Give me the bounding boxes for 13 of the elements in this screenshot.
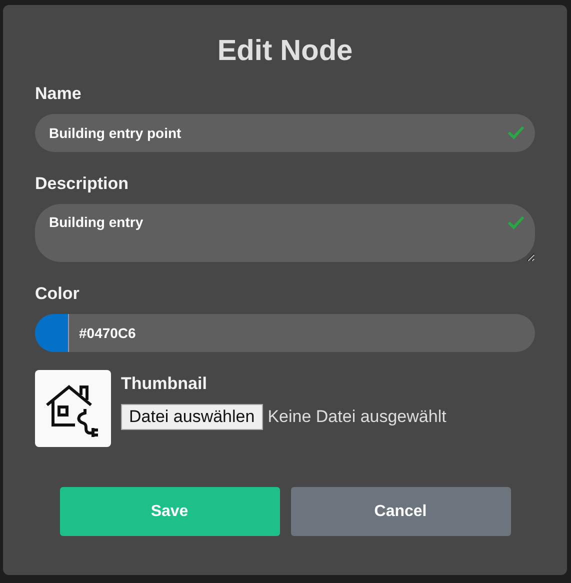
field-label: Description bbox=[35, 174, 129, 194]
color-field[interactable]: #0470C6 bbox=[35, 314, 535, 352]
field-label: Color bbox=[35, 284, 80, 304]
field-label: Name bbox=[35, 84, 82, 104]
name-field[interactable]: Building entry point bbox=[35, 114, 535, 152]
thumbnail-label: Thumbnail bbox=[121, 374, 207, 394]
file-status: Keine Datei ausgewählt bbox=[268, 407, 446, 427]
description-field[interactable]: Building entry bbox=[35, 204, 535, 262]
dialog-title: Edit Node bbox=[217, 35, 353, 68]
color-swatch[interactable] bbox=[35, 314, 69, 352]
cancel-button[interactable]: Cancel bbox=[290, 487, 510, 536]
choose-file-button[interactable]: Datei auswählen bbox=[121, 404, 263, 430]
color-value: #0470C6 bbox=[79, 325, 136, 341]
